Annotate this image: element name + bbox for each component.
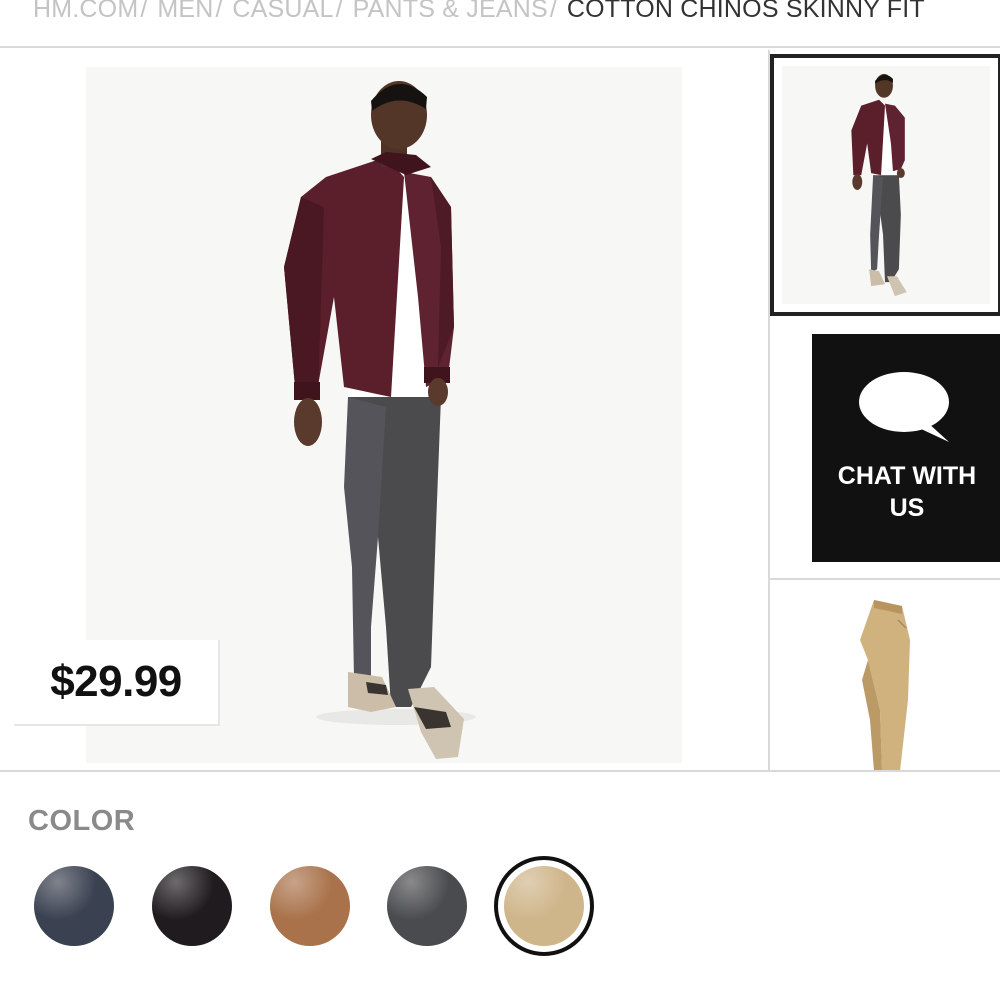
chat-label-line1: CHAT WITH — [837, 462, 977, 490]
thumbnail-pants-product[interactable] — [770, 580, 1000, 771]
section-divider — [0, 770, 1000, 772]
color-section-title: COLOR — [28, 805, 136, 837]
chat-label: CHAT WITH US — [827, 460, 987, 524]
breadcrumb: HM.COM / MEN / CASUAL / PANTS & JEANS / … — [0, 0, 1000, 48]
breadcrumb-separator: / — [140, 0, 148, 23]
chat-with-us-button[interactable]: CHAT WITH US — [812, 334, 1000, 562]
color-swatch-beige-selected[interactable] — [504, 866, 584, 946]
speech-bubble-icon — [859, 372, 949, 442]
breadcrumb-separator: / — [335, 0, 343, 23]
breadcrumb-current-page: COTTON CHINOS SKINNY FIT — [566, 0, 925, 23]
breadcrumb-link-pants-jeans[interactable]: PANTS & JEANS — [353, 0, 548, 22]
breadcrumb-link-hm[interactable]: HM.COM — [33, 0, 138, 22]
color-swatch-dark-blue[interactable] — [34, 866, 114, 946]
thumbnail-column: CHAT WITH US — [768, 50, 1000, 771]
thumbnail-model-selected[interactable] — [770, 54, 1000, 316]
color-swatch-black[interactable] — [152, 866, 232, 946]
breadcrumb-separator: / — [215, 0, 223, 23]
product-gallery: $29.99 — [0, 50, 768, 771]
color-swatch-dark-gray[interactable] — [387, 866, 467, 946]
color-swatch-brown[interactable] — [270, 866, 350, 946]
chat-label-line2: US — [889, 494, 925, 522]
product-price: $29.99 — [50, 657, 182, 706]
color-swatch-list — [0, 856, 1000, 956]
price-tag: $29.99 — [14, 640, 220, 726]
breadcrumb-link-men[interactable]: MEN — [157, 0, 213, 22]
breadcrumb-link-casual[interactable]: CASUAL — [232, 0, 333, 22]
breadcrumb-separator: / — [549, 0, 557, 23]
